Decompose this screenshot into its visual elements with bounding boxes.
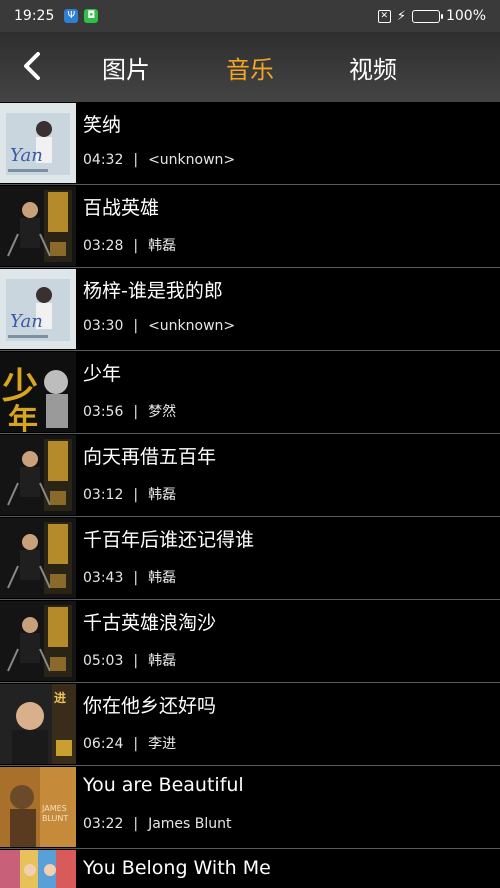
song-title: 千古英雄浪淘沙 [83, 612, 217, 634]
svg-text:BLUNT: BLUNT [42, 814, 68, 823]
song-title: 少年 [83, 363, 122, 385]
song-title: You Belong With Me [83, 857, 271, 879]
song-row[interactable]: Yan 笑纳 04:32 | <unknown> [0, 102, 500, 185]
song-list[interactable]: Yan 笑纳 04:32 | <unknown> 百战英雄 03:28 | 韩磊 Yan 杨梓-谁是… [0, 102, 500, 888]
no-sim-icon: ✕ [377, 9, 391, 23]
tab-videos[interactable]: 视频 [349, 50, 397, 85]
meta-separator: | [133, 653, 139, 669]
song-meta: 06:24 | 李进 [83, 733, 176, 753]
song-row[interactable]: 少年少年 03:56 | 梦然 [0, 351, 500, 434]
song-artist: 梦然 [148, 404, 177, 420]
meta-separator: | [133, 487, 139, 503]
meta-separator: | [133, 404, 139, 420]
song-artist: 韩磊 [148, 653, 177, 669]
svg-text:年: 年 [8, 403, 38, 432]
song-meta: 03:30 | <unknown> [83, 318, 235, 334]
battery-icon [411, 9, 443, 23]
song-artist: 韩磊 [148, 570, 177, 586]
tab-music[interactable]: 音乐 [226, 50, 274, 85]
battery-percent: 100% [445, 8, 486, 24]
song-title: 百战英雄 [83, 197, 160, 219]
back-button[interactable] [12, 46, 52, 86]
song-duration: 03:56 [83, 404, 124, 420]
album-art: Yan [0, 269, 76, 349]
song-row[interactable]: 向天再借五百年 03:12 | 韩磊 [0, 434, 500, 517]
charging-icon: ⚡ [396, 8, 406, 24]
meta-separator: | [133, 318, 139, 334]
song-meta: 03:12 | 韩磊 [83, 484, 176, 504]
album-art: 少年 [0, 352, 76, 432]
song-meta: 03:43 | 韩磊 [83, 567, 176, 587]
song-meta: 05:03 | 韩磊 [83, 650, 176, 670]
tab-pictures[interactable]: 图片 [102, 50, 150, 85]
song-meta: 03:56 | 梦然 [83, 401, 176, 421]
svg-text:少: 少 [2, 365, 38, 407]
song-row[interactable]: You Belong With Me [0, 849, 500, 888]
song-meta: 03:28 | 韩磊 [83, 235, 176, 255]
song-title: 向天再借五百年 [83, 446, 217, 468]
song-duration: 04:32 [83, 152, 124, 168]
song-row[interactable]: 千古英雄浪淘沙 05:03 | 韩磊 [0, 600, 500, 683]
song-meta: 03:22 | James Blunt [83, 816, 232, 832]
back-arrow-icon [24, 52, 40, 80]
song-duration: 03:43 [83, 570, 124, 586]
song-title: 笑纳 [83, 114, 122, 136]
song-duration: 03:22 [83, 816, 124, 832]
song-artist: 李进 [148, 736, 177, 752]
song-row[interactable]: 千百年后谁还记得谁 03:43 | 韩磊 [0, 517, 500, 600]
status-time: 19:25 [14, 8, 55, 24]
album-art: Yan [0, 103, 76, 183]
song-artist: 韩磊 [148, 238, 177, 254]
meta-separator: | [133, 570, 139, 586]
song-row[interactable]: Yan 杨梓-谁是我的郎 03:30 | <unknown> [0, 268, 500, 351]
album-art [0, 850, 76, 888]
album-art [0, 186, 76, 266]
status-bar: 19:25 Ψ ◘ ✕ ⚡ 100% [0, 0, 500, 32]
song-title: 你在他乡还好吗 [83, 695, 217, 717]
song-duration: 03:30 [83, 318, 124, 334]
album-art [0, 518, 76, 598]
album-art [0, 601, 76, 681]
song-duration: 03:28 [83, 238, 124, 254]
song-row[interactable]: 进 你在他乡还好吗 06:24 | 李进 [0, 683, 500, 766]
usb-icon: Ψ [64, 9, 79, 23]
song-meta: 04:32 | <unknown> [83, 152, 235, 168]
song-artist: <unknown> [148, 152, 236, 168]
song-artist: 韩磊 [148, 487, 177, 503]
song-title: 杨梓-谁是我的郎 [83, 280, 223, 302]
svg-text:JAMES: JAMES [41, 804, 67, 813]
song-title: You are Beautiful [83, 774, 244, 796]
svg-text:Yan: Yan [10, 311, 43, 332]
album-art: 进 [0, 684, 76, 764]
meta-separator: | [133, 152, 139, 168]
album-art [0, 435, 76, 515]
top-bar: 图片 音乐 视频 [0, 32, 500, 102]
song-duration: 03:12 [83, 487, 124, 503]
song-duration: 06:24 [83, 736, 124, 752]
meta-separator: | [133, 736, 139, 752]
song-row[interactable]: 百战英雄 03:28 | 韩磊 [0, 185, 500, 268]
status-right: ✕ ⚡ 100% [377, 8, 486, 24]
song-title: 千百年后谁还记得谁 [83, 529, 255, 551]
android-icon: ◘ [84, 9, 99, 23]
song-artist: <unknown> [148, 318, 236, 334]
song-row[interactable]: JAMES BLUNT You are Beautiful 03:22 | James B… [0, 766, 500, 849]
album-art: JAMES BLUNT [0, 767, 76, 847]
meta-separator: | [133, 238, 139, 254]
song-artist: James Blunt [148, 816, 232, 832]
song-duration: 05:03 [83, 653, 124, 669]
svg-text:进: 进 [54, 690, 66, 705]
meta-separator: | [133, 816, 139, 832]
svg-text:Yan: Yan [10, 145, 43, 166]
